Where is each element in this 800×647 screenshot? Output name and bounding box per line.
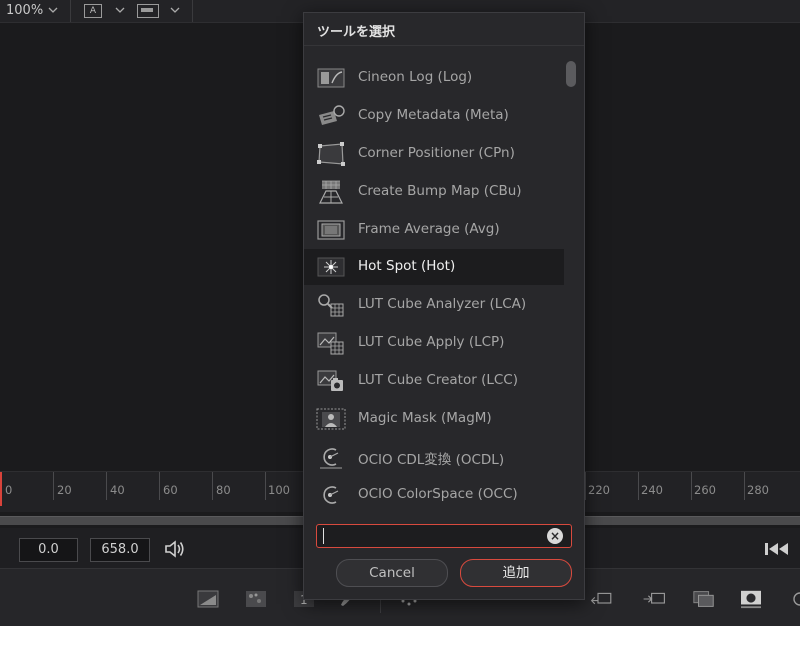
playhead[interactable]	[0, 472, 2, 506]
ruler-tick-label: 260	[694, 483, 716, 497]
tool-item-create-bump-map[interactable]: Create Bump Map (CBu)	[304, 174, 564, 210]
viewer-layout-chevron-icon[interactable]	[169, 4, 181, 16]
magic-mask-icon	[316, 408, 346, 430]
tool-item-ocio-cdl[interactable]: OCIO CDL変換 (OCDL)	[304, 439, 564, 475]
tool-item-label: Magic Mask (MagM)	[358, 410, 492, 426]
ruler-tick	[744, 472, 745, 500]
tool-item-copy-metadata[interactable]: Copy Metadata (Meta)	[304, 98, 564, 134]
tool-item-label: Hot Spot (Hot)	[358, 258, 456, 274]
ruler-tick-label: 100	[268, 483, 290, 497]
view-a-button[interactable]: A	[84, 4, 102, 18]
divider	[192, 0, 193, 22]
ruler-tick	[212, 472, 213, 500]
ruler-tick	[585, 472, 586, 500]
ruler-tick-label: 0	[5, 483, 13, 497]
tool-item-frame-average[interactable]: Frame Average (Avg)	[304, 212, 564, 248]
end-time-field[interactable]: 658.0	[90, 538, 150, 562]
frame-average-icon	[317, 220, 345, 240]
merge-tool-icon[interactable]	[590, 589, 614, 609]
ruler-tick	[691, 472, 692, 500]
view-a-chevron-icon[interactable]	[114, 4, 126, 16]
tool-item-label: OCIO ColorSpace (OCC)	[358, 486, 518, 502]
fast-noise-tool-icon[interactable]	[244, 589, 268, 609]
tool-item-hot-spot[interactable]: Hot Spot (Hot)	[304, 249, 564, 285]
tool-item-label: Cineon Log (Log)	[358, 69, 473, 85]
rotate-tool-icon[interactable]	[784, 589, 800, 609]
go-to-start-icon[interactable]	[764, 541, 790, 557]
tool-list-scrollbar[interactable]	[566, 61, 576, 87]
ruler-tick-label: 40	[110, 483, 125, 497]
background-tool-icon[interactable]	[196, 589, 220, 609]
tool-item-lut-cube-creator[interactable]: LUT Cube Creator (LCC)	[304, 363, 564, 399]
tool-item-cineon-log[interactable]: Cineon Log (Log)	[304, 60, 564, 96]
tool-item-label: OCIO CDL変換 (OCDL)	[358, 452, 505, 468]
create-bump-map-icon	[319, 180, 343, 204]
lut-cube-analyzer-icon	[318, 294, 344, 317]
cancel-button[interactable]: Cancel	[336, 559, 448, 587]
ruler-tick	[53, 472, 54, 500]
dialog-title: ツールを選択	[317, 25, 396, 40]
ocio-colorspace-icon	[323, 486, 339, 504]
cineon-log-icon	[317, 68, 345, 88]
clear-search-icon[interactable]: ×	[547, 528, 563, 544]
divider	[70, 0, 71, 22]
zoom-dropdown-chevron-icon[interactable]	[47, 4, 59, 16]
tool-search-field[interactable]: ×	[316, 524, 572, 548]
transform-tool-icon[interactable]	[642, 589, 666, 609]
divider	[304, 45, 584, 46]
tool-item-label: Frame Average (Avg)	[358, 221, 500, 237]
lut-cube-creator-icon	[317, 370, 343, 391]
ruler-tick-label: 240	[641, 483, 663, 497]
tool-search-input[interactable]	[321, 527, 541, 544]
ruler-tick	[106, 472, 107, 500]
zoom-level[interactable]: 100%	[6, 3, 43, 18]
tool-item-lut-cube-analyzer[interactable]: LUT Cube Analyzer (LCA)	[304, 287, 564, 323]
tool-item-label: Create Bump Map (CBu)	[358, 183, 522, 199]
corner-positioner-icon	[317, 142, 345, 166]
ruler-tick	[638, 472, 639, 500]
tool-item-label: Corner Positioner (CPn)	[358, 145, 515, 161]
select-tool-dialog: ツールを選択 Cineon Log (Log) Copy Metadata (M…	[303, 12, 585, 600]
dissolve-tool-icon[interactable]	[692, 589, 716, 609]
tool-item-label: Copy Metadata (Meta)	[358, 107, 509, 123]
tool-item-label: LUT Cube Creator (LCC)	[358, 372, 518, 388]
tool-item-label: LUT Cube Apply (LCP)	[358, 334, 505, 350]
ruler-tick	[159, 472, 160, 500]
ruler-tick-label: 280	[747, 483, 769, 497]
ocio-cdl-icon	[320, 448, 342, 469]
speaker-icon[interactable]	[164, 539, 186, 559]
ruler-tick-label: 220	[588, 483, 610, 497]
hot-spot-icon	[317, 257, 345, 277]
ruler-tick	[265, 472, 266, 500]
add-button[interactable]: 追加	[460, 559, 572, 587]
tool-item-magic-mask[interactable]: Magic Mask (MagM)	[304, 401, 564, 437]
ruler-tick-label: 20	[57, 483, 72, 497]
tool-list[interactable]: Cineon Log (Log) Copy Metadata (Meta) Co…	[304, 60, 564, 522]
mask-tool-icon[interactable]	[739, 589, 763, 609]
ruler-tick-label: 80	[216, 483, 231, 497]
tool-item-lut-cube-apply[interactable]: LUT Cube Apply (LCP)	[304, 325, 564, 361]
fusion-page: 100% A 0 20 40 60 80 100 220 240 260 280…	[0, 0, 800, 626]
current-time-field[interactable]: 0.0	[19, 538, 78, 562]
tool-item-ocio-colorspace[interactable]: OCIO ColorSpace (OCC)	[304, 477, 564, 513]
ruler-tick-label: 60	[163, 483, 178, 497]
tool-item-corner-positioner[interactable]: Corner Positioner (CPn)	[304, 136, 564, 172]
lut-cube-apply-icon	[317, 332, 344, 355]
viewer-layout-icon[interactable]	[137, 4, 159, 18]
copy-metadata-icon	[319, 105, 345, 125]
tool-item-label: LUT Cube Analyzer (LCA)	[358, 296, 527, 312]
